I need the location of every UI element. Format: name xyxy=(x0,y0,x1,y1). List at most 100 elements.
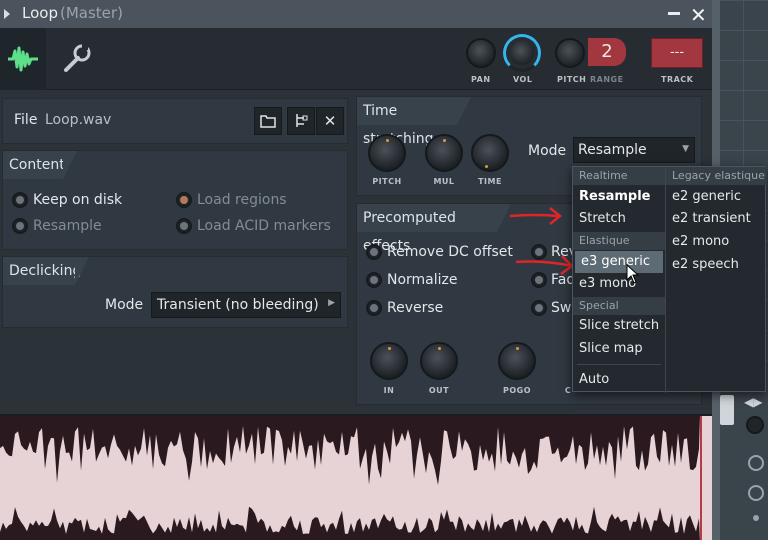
circle-icon[interactable] xyxy=(748,455,764,471)
declicking-mode-select[interactable]: Transient (no bleeding) ▶ xyxy=(151,292,341,318)
ts-mode-dropdown-menu: Realtime Resample Stretch Elastique e3 g… xyxy=(572,166,767,393)
ts-mode-label: Mode xyxy=(528,143,567,159)
open-file-button[interactable] xyxy=(254,107,282,135)
clock-icon[interactable] xyxy=(748,485,764,501)
normalize-label: Normalize xyxy=(387,272,458,288)
window-menu-arrow-icon[interactable] xyxy=(4,9,10,19)
menu-item-stretch[interactable]: Stretch xyxy=(573,208,665,230)
in-knob[interactable] xyxy=(370,342,408,380)
file-name: Loop.wav xyxy=(45,112,112,128)
resample-label: Resample xyxy=(33,218,102,234)
ts-mul-label: MUL xyxy=(433,177,455,186)
content-header: Content xyxy=(3,151,77,179)
menu-item-e3-generic[interactable]: e3 generic xyxy=(575,251,663,273)
file-panel: File Loop.wav ✕ xyxy=(2,98,348,144)
keep-on-disk-label: Keep on disk xyxy=(33,192,123,208)
vol-label: VOL xyxy=(513,75,533,84)
out-knob[interactable] xyxy=(420,342,458,380)
load-regions-checkbox[interactable] xyxy=(176,192,192,208)
annotation-arrow-2 xyxy=(515,255,574,276)
resample-checkbox[interactable] xyxy=(12,218,28,234)
declicking-panel: Declicking Mode Transient (no bleeding) … xyxy=(2,256,348,328)
mini-knob[interactable] xyxy=(746,416,764,434)
channel-settings-window: Loop (Master) ✕ PAN VOL 2 PITCH RANGE --… xyxy=(0,0,768,540)
close-icon[interactable]: ✕ xyxy=(690,3,707,27)
menu-legacy-column: Legacy elastique e2 generic e2 transient… xyxy=(665,167,767,393)
track-label: TRACK xyxy=(661,75,694,84)
file-label: File xyxy=(14,112,38,128)
in-label: IN xyxy=(383,386,395,395)
ts-mul-knob[interactable] xyxy=(425,134,463,172)
menu-legacy-header: Legacy elastique xyxy=(666,167,767,185)
menu-item-slice-stretch[interactable]: Slice stretch xyxy=(573,315,665,337)
load-regions-label: Load regions xyxy=(197,192,287,208)
waveform-graphic xyxy=(0,416,700,540)
remove-file-button[interactable]: ✕ xyxy=(316,107,344,135)
fader-handle[interactable] xyxy=(720,395,734,425)
range-label: RANGE xyxy=(590,75,624,84)
mouse-cursor-icon xyxy=(626,264,640,284)
pan-label: PAN xyxy=(471,75,491,84)
folder-icon xyxy=(260,115,276,128)
menu-special-header: Special xyxy=(573,297,665,315)
annotation-arrow-1 xyxy=(509,207,563,225)
ts-pitch-knob[interactable] xyxy=(368,134,406,172)
ts-pitch-label: PITCH xyxy=(372,177,402,186)
pitch-range-display[interactable]: 2 xyxy=(588,38,626,66)
pitch-knob[interactable] xyxy=(555,38,585,68)
locate-file-button[interactable] xyxy=(287,107,315,135)
load-acid-markers-checkbox[interactable] xyxy=(176,218,192,234)
menu-item-resample[interactable]: Resample xyxy=(573,186,665,208)
declicking-mode-label: Mode xyxy=(105,297,144,313)
remove-dc-offset-label: Remove DC offset xyxy=(387,244,513,260)
remove-dc-offset-checkbox[interactable] xyxy=(366,244,382,260)
content-panel: Content Keep on disk Load regions Resamp… xyxy=(2,150,348,250)
ts-mode-select[interactable]: Resample ▼ xyxy=(573,137,695,163)
sample-tab[interactable] xyxy=(0,28,46,90)
waveform-top xyxy=(0,416,700,485)
window-context: (Master) xyxy=(60,4,123,22)
declicking-header: Declicking xyxy=(3,257,89,285)
keep-on-disk-checkbox[interactable] xyxy=(12,192,28,208)
precomputed-effects-header: Precomputed effects xyxy=(357,204,511,254)
x-icon: ✕ xyxy=(323,112,337,130)
ts-time-knob[interactable] xyxy=(471,134,509,172)
normalize-checkbox[interactable] xyxy=(366,272,382,288)
menu-item-slice-map[interactable]: Slice map xyxy=(573,338,665,360)
volume-knob[interactable] xyxy=(503,34,541,72)
menu-realtime-header: Realtime xyxy=(573,167,665,185)
wrench-icon xyxy=(64,44,91,72)
menu-separator xyxy=(577,364,661,365)
chevron-down-icon: ▼ xyxy=(682,144,689,154)
reverse-label: Reverse xyxy=(387,300,444,316)
browse-tree-icon xyxy=(296,114,308,127)
menu-elastique-header: Elastique xyxy=(573,232,665,250)
channel-toolbar: PAN VOL 2 PITCH RANGE --- TRACK xyxy=(0,28,712,90)
ts-time-label: TIME xyxy=(478,177,502,186)
pan-knob[interactable] xyxy=(466,38,496,68)
pogo-label: POGO xyxy=(502,386,532,395)
waveform-display[interactable] xyxy=(0,414,712,540)
functions-tab[interactable] xyxy=(58,42,94,76)
mixer-track-selector[interactable]: --- xyxy=(651,38,703,68)
waveform-end-marker xyxy=(700,416,702,540)
speaker-icon[interactable]: ◀▶ xyxy=(744,395,762,409)
reverse-checkbox[interactable] xyxy=(366,300,382,316)
chevron-right-icon: ▶ xyxy=(328,298,335,308)
menu-item-e2-transient[interactable]: e2 transient xyxy=(666,208,767,230)
window-title: Loop xyxy=(22,4,58,22)
declicking-mode-value: Transient (no bleeding) xyxy=(157,297,319,313)
pogo-knob[interactable] xyxy=(498,342,536,380)
swap-stereo-checkbox[interactable] xyxy=(531,300,547,316)
menu-item-e2-generic[interactable]: e2 generic xyxy=(666,186,767,208)
ts-mode-value: Resample xyxy=(578,142,647,158)
minimize-icon[interactable] xyxy=(668,12,680,15)
menu-item-e3-mono[interactable]: e3 mono xyxy=(573,273,665,295)
waveform-bottom xyxy=(0,506,700,540)
menu-item-auto[interactable]: Auto xyxy=(573,369,665,391)
waveform-icon xyxy=(8,46,38,72)
out-label: OUT xyxy=(428,386,450,395)
menu-item-e2-speech[interactable]: e2 speech xyxy=(666,254,767,276)
load-acid-markers-label: Load ACID markers xyxy=(197,218,331,234)
menu-item-e2-mono[interactable]: e2 mono xyxy=(666,231,767,253)
